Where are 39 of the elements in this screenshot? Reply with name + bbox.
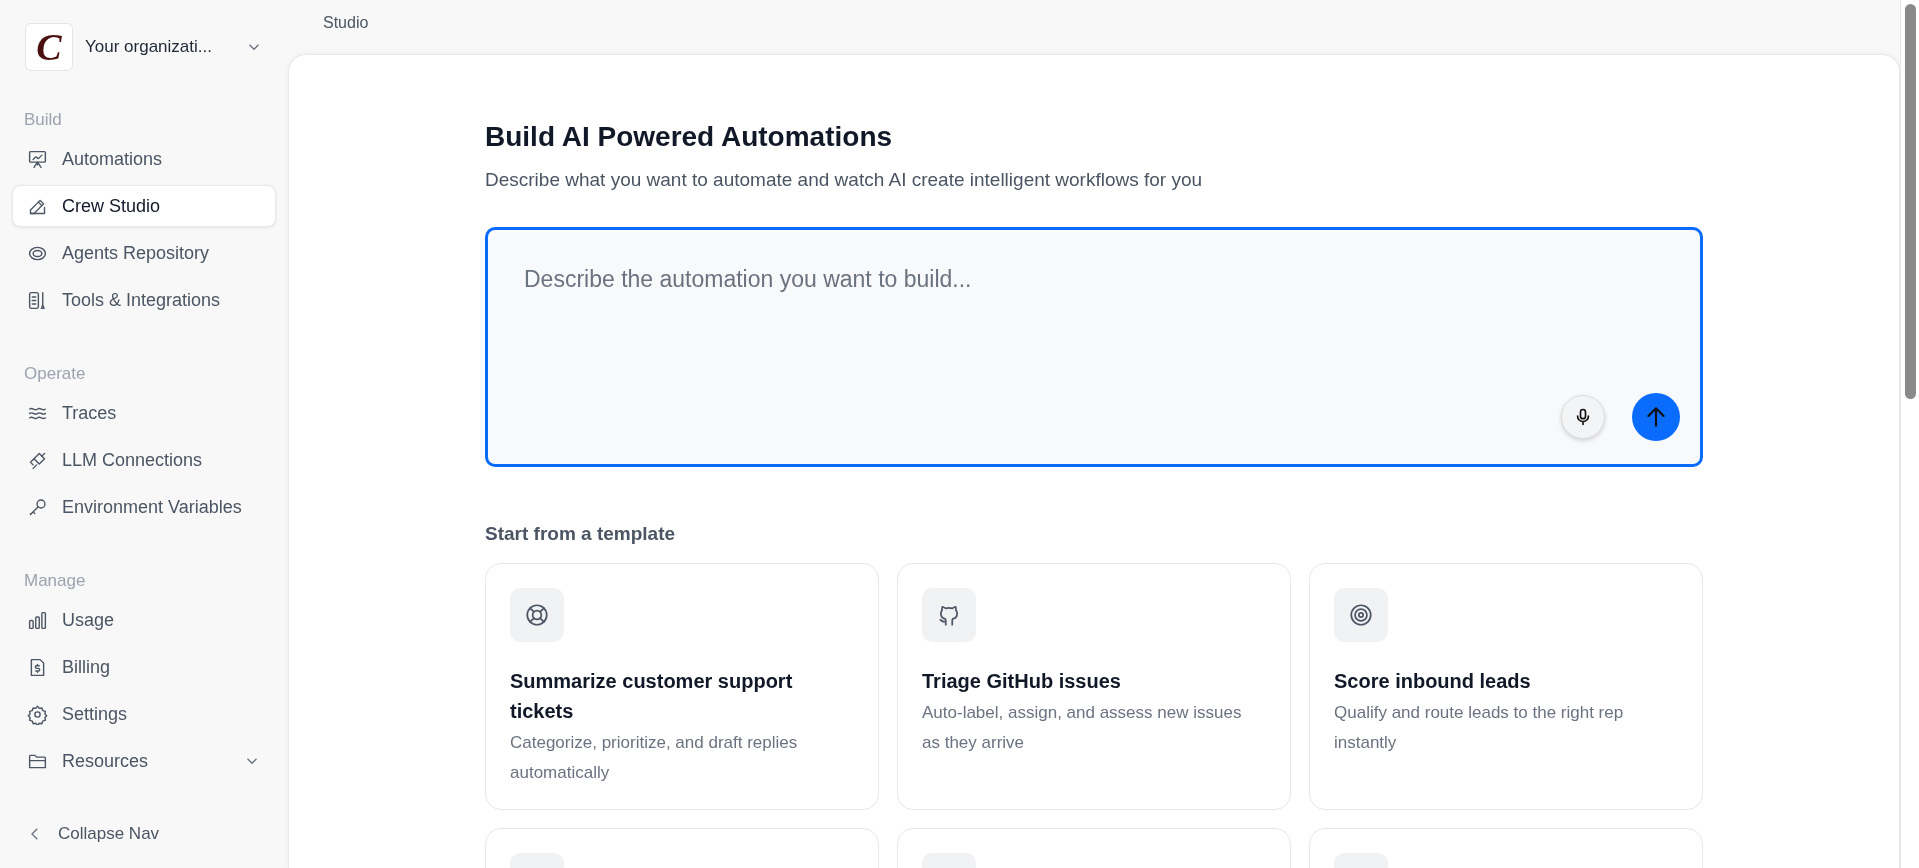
page-subtitle: Describe what you want to automate and watch AI create intelligent workflows for you: [485, 169, 1204, 191]
page-title: Build AI Powered Automations: [485, 121, 894, 153]
prompt-input-field[interactable]: Describe the automation you want to build...: [485, 227, 1703, 467]
nav-item[interactable]: Crew Studio: [12, 185, 276, 227]
presentation-board-icon: [27, 148, 48, 170]
template-title: Summarize customer support tickets: [510, 669, 794, 724]
template-card[interactable]: Score inbound leads Qualify and route leads to the right rep instantly: [1309, 563, 1703, 810]
key-icon: [27, 496, 48, 518]
scrollbar-thumb[interactable]: [1904, 4, 1916, 399]
bar-chart-icon: [27, 609, 48, 631]
nav-item[interactable]: Automations: [12, 138, 276, 180]
nav-item[interactable]: Resources: [12, 740, 276, 782]
lifebuoy-icon: [524, 602, 550, 628]
section-heading: Start from a template: [485, 523, 677, 545]
section-label: Operate: [23, 364, 87, 384]
section-label: Build: [23, 110, 63, 130]
nav-item[interactable]: Tools & Integrations: [12, 279, 276, 321]
target-icon: [1348, 602, 1374, 628]
nav-item[interactable]: Agents Repository: [12, 232, 276, 274]
template-title: Score inbound leads: [1334, 669, 1531, 694]
template-title: Triage GitHub issues: [922, 669, 1121, 694]
collapse-nav-button[interactable]: Collapse Nav: [12, 814, 276, 854]
nav-item[interactable]: Environment Variables: [12, 486, 276, 528]
breadcrumb: Studio: [323, 14, 369, 31]
nav-item[interactable]: Usage: [12, 599, 276, 641]
template-description: Categorize, prioritize, and draft replies automatically: [510, 732, 799, 784]
template-card[interactable]: Triage GitHub issues Auto-label, assign, and assess new issues as they arrive: [897, 563, 1291, 810]
organization-logo: C: [25, 23, 73, 71]
document-pen-icon: [27, 289, 48, 311]
template-description: Qualify and route leads to the right rep instantly: [1334, 702, 1625, 754]
nav-item[interactable]: LLM Connections: [12, 439, 276, 481]
template-card[interactable]: Summarize customer support tickets Categorize, prioritize, and draft replies automatically: [485, 563, 879, 810]
settings-icon: [27, 703, 48, 725]
template-description: Auto-label, assign, and assess new issues as they arrive: [922, 702, 1243, 754]
nav-item[interactable]: Billing: [12, 646, 276, 688]
nav-item[interactable]: Traces: [12, 392, 276, 434]
section-label: Manage: [23, 571, 87, 591]
nav-item[interactable]: Settings: [12, 693, 276, 735]
organization-switcher[interactable]: C Your organizati...: [12, 22, 276, 72]
